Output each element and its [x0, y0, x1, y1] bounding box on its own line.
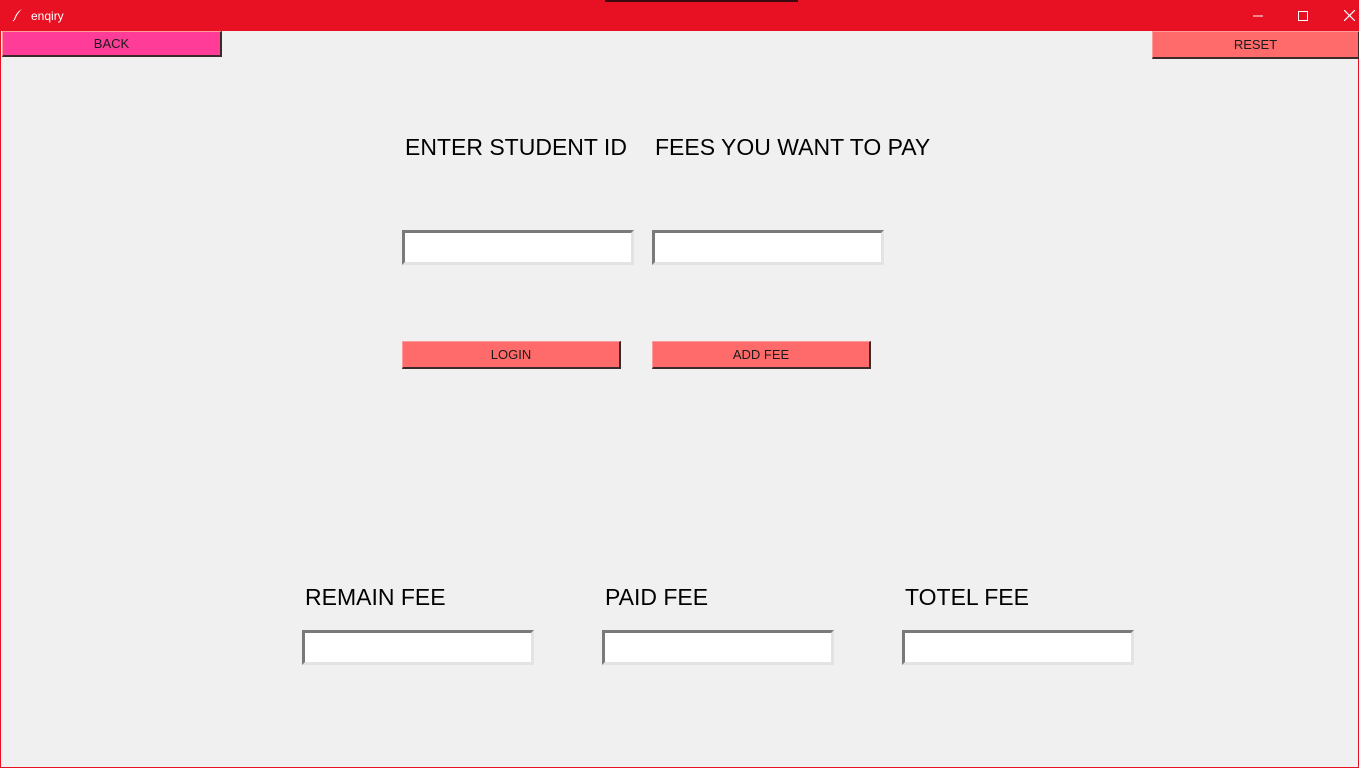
- paid-fee-label: PAID FEE: [605, 584, 709, 610]
- fees-to-pay-input[interactable]: [652, 230, 884, 265]
- title-bar[interactable]: enqiry: [1, 0, 1359, 31]
- add-fee-button[interactable]: ADD FEE: [652, 341, 871, 369]
- maximize-button[interactable]: [1280, 0, 1326, 31]
- minimize-button[interactable]: [1235, 0, 1281, 31]
- app-window: enqiry BACK RESET ENTER STUDENT ID FEES …: [0, 0, 1359, 768]
- reset-button[interactable]: RESET: [1152, 31, 1359, 59]
- fees-to-pay-label: FEES YOU WANT TO PAY: [655, 134, 931, 160]
- remain-fee-field[interactable]: [302, 630, 534, 665]
- close-icon: [1343, 10, 1355, 21]
- feather-icon: [11, 8, 25, 22]
- close-button[interactable]: [1326, 0, 1359, 31]
- student-id-input[interactable]: [402, 230, 634, 265]
- totel-fee-label: TOTEL FEE: [905, 584, 1029, 610]
- window-title: enqiry: [31, 9, 64, 23]
- remain-fee-label: REMAIN FEE: [305, 584, 446, 610]
- login-button[interactable]: LOGIN: [402, 341, 621, 369]
- student-id-label: ENTER STUDENT ID: [405, 134, 627, 160]
- minimize-icon: [1253, 11, 1263, 21]
- title-bar-accent: [605, 0, 798, 2]
- back-button[interactable]: BACK: [2, 31, 222, 57]
- paid-fee-field[interactable]: [602, 630, 834, 665]
- totel-fee-field[interactable]: [902, 630, 1134, 665]
- maximize-icon: [1298, 10, 1308, 21]
